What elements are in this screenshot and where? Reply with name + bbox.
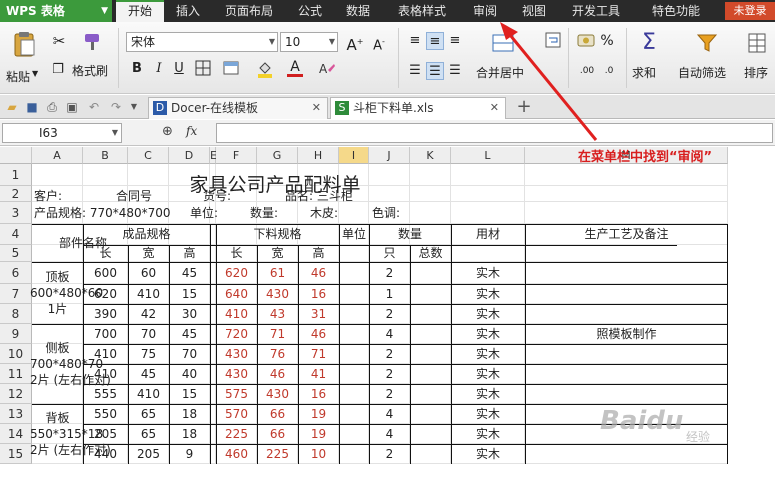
annotation-text: 在菜单栏中找到“审阅” bbox=[578, 150, 713, 165]
watermark-text: 经验 bbox=[686, 430, 711, 444]
watermark-logo: Baidu bbox=[600, 406, 684, 436]
